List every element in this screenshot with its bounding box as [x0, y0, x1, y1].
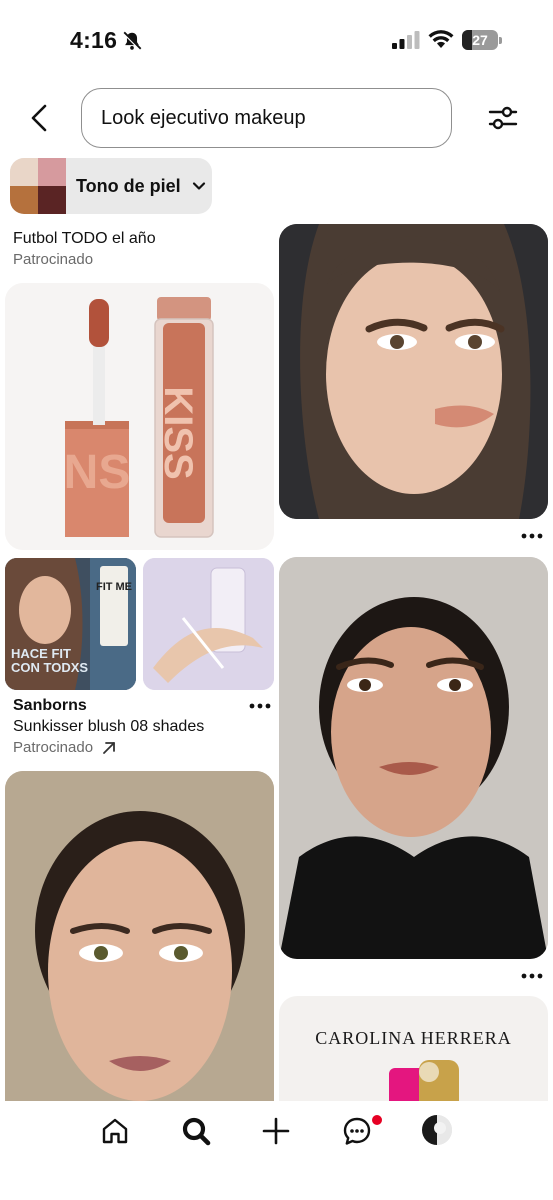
carolina-herrera-ad-pin[interactable]: CAROLINA HERRERA	[279, 996, 548, 1111]
sponsored-label: Patrocinado	[13, 251, 94, 268]
search-input[interactable]: Look ejecutivo makeup	[81, 88, 452, 148]
battery-icon: 27	[462, 30, 502, 50]
swatch-light	[10, 158, 38, 186]
status-bar: 4:16 27	[0, 0, 553, 80]
skin-tone-label: Tono de piel	[76, 176, 181, 196]
sliders-icon	[488, 106, 518, 130]
bell-off-icon	[122, 31, 142, 51]
more-options-icon[interactable]	[520, 528, 544, 544]
sanborns-tile-model[interactable]: FIT ME HACE FIT CON TODXS	[5, 558, 136, 690]
swatch-tan	[10, 186, 38, 214]
tile-headline-1: HACE FIT	[11, 646, 71, 661]
svg-text:NS: NS	[64, 446, 131, 499]
more-options-icon[interactable]	[248, 698, 272, 714]
sponsored-pin-title[interactable]: Sunkisser blush 08 shades	[13, 718, 204, 736]
sanborns-tile-product[interactable]	[143, 558, 274, 690]
chevron-left-icon	[31, 104, 47, 132]
external-link-arrow-icon	[103, 742, 115, 754]
home-icon	[102, 1118, 128, 1144]
skin-tone-filter-chip[interactable]: Tono de piel	[10, 158, 212, 214]
tile-product-text: FIT ME	[96, 581, 132, 593]
chat-bubble-icon	[343, 1117, 371, 1145]
back-button[interactable]	[22, 100, 56, 136]
filter-button[interactable]	[486, 100, 520, 136]
bottom-navigation	[0, 1101, 553, 1200]
status-time: 4:16	[70, 27, 118, 53]
makeup-look-pin-2[interactable]	[279, 557, 548, 959]
skin-tone-swatches	[10, 158, 66, 214]
tile-headline-2: CON TODXS	[11, 660, 88, 675]
nav-create[interactable]	[258, 1113, 294, 1149]
swatch-deep	[38, 186, 66, 214]
nav-search[interactable]	[178, 1113, 214, 1149]
nav-home[interactable]	[97, 1113, 133, 1149]
notification-badge	[372, 1115, 382, 1125]
plus-icon	[262, 1117, 290, 1145]
makeup-look-pin-3[interactable]	[5, 771, 274, 1111]
sponsored-label: Patrocinado	[13, 739, 94, 756]
battery-level: 27	[472, 32, 488, 48]
signal-icon	[392, 31, 420, 49]
makeup-look-pin-1[interactable]	[279, 224, 548, 519]
search-icon	[182, 1117, 211, 1146]
more-options-icon[interactable]	[520, 968, 544, 984]
sponsored-pin-title[interactable]: Futbol TODO el año	[13, 230, 156, 248]
svg-text:KISS: KISS	[156, 386, 200, 479]
sponsor-brand-name[interactable]: Sanborns	[13, 697, 87, 715]
nav-messages[interactable]	[339, 1113, 375, 1149]
swatch-rose	[38, 158, 66, 186]
wifi-icon	[428, 30, 454, 48]
search-query: Look ejecutivo makeup	[101, 107, 306, 129]
lip-gloss-product-pin[interactable]: NS KISS	[5, 283, 274, 550]
profile-avatar[interactable]	[422, 1115, 452, 1145]
chevron-down-icon	[192, 182, 206, 190]
